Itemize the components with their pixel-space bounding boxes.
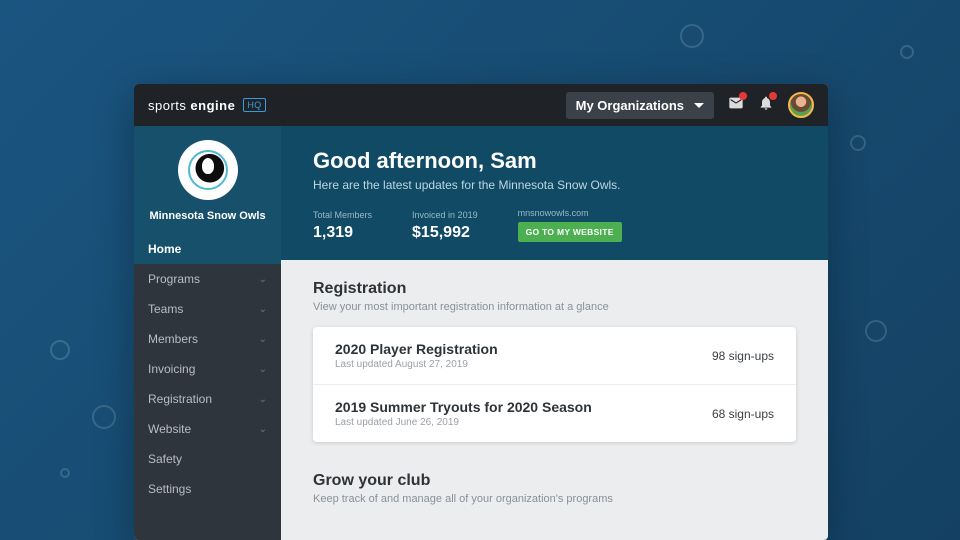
sidebar-item-registration[interactable]: Registration ⌄ [134,384,281,414]
registration-row[interactable]: 2020 Player Registration Last updated Au… [313,327,796,385]
registration-title: 2020 Player Registration [335,341,498,357]
stat-label: Total Members [313,210,372,220]
sidebar: Minnesota Snow Owls Home Programs ⌄ Team… [134,126,281,540]
greeting-subtitle: Here are the latest updates for the Minn… [313,178,796,192]
registration-title: 2019 Summer Tryouts for 2020 Season [335,399,592,415]
chevron-down-icon [694,103,704,108]
owl-puck-icon [188,150,228,190]
chevron-down-icon: ⌄ [259,364,267,375]
sidebar-item-label: Members [148,332,198,346]
org-name: Minnesota Snow Owls [140,210,275,222]
messages-icon[interactable] [728,95,744,116]
brand-logo[interactable]: sports engine HQ [148,98,266,113]
bell-icon[interactable] [758,95,774,116]
stat-members: Total Members 1,319 [313,210,372,242]
sidebar-item-home[interactable]: Home [134,234,281,264]
app-window: sports engine HQ My Organizations [134,84,828,540]
avatar[interactable] [788,92,814,118]
registration-row[interactable]: 2019 Summer Tryouts for 2020 Season Last… [313,385,796,442]
signups-count: 98 sign-ups [712,349,774,363]
stat-value: 1,319 [313,224,372,242]
chevron-down-icon: ⌄ [259,304,267,315]
sidebar-item-label: Invoicing [148,362,195,376]
sidebar-item-settings[interactable]: Settings [134,474,281,504]
registration-updated: Last updated June 26, 2019 [335,417,592,428]
content: Registration View your most important re… [281,260,828,540]
chevron-down-icon: ⌄ [259,394,267,405]
sidebar-nav: Home Programs ⌄ Teams ⌄ Members ⌄ [134,234,281,504]
sidebar-item-website[interactable]: Website ⌄ [134,414,281,444]
sidebar-item-label: Programs [148,272,200,286]
org-block: Minnesota Snow Owls [134,126,281,234]
sidebar-item-label: Home [148,242,181,256]
topbar-right: My Organizations [566,92,814,119]
brand-hq-badge: HQ [243,98,266,112]
go-to-website-button[interactable]: GO TO MY WEBSITE [518,222,622,242]
registration-updated: Last updated August 27, 2019 [335,359,498,370]
stat-website: mnsnowowls.com GO TO MY WEBSITE [518,208,622,242]
main-panel: Good afternoon, Sam Here are the latest … [281,126,828,540]
org-logo[interactable] [178,140,238,200]
registration-card: 2020 Player Registration Last updated Au… [313,327,796,442]
sidebar-item-label: Website [148,422,191,436]
chevron-down-icon: ⌄ [259,424,267,435]
brand-bold: engine [190,98,235,113]
topbar: sports engine HQ My Organizations [134,84,828,126]
hero: Good afternoon, Sam Here are the latest … [281,126,828,260]
notification-dot [769,92,777,100]
section-title-grow: Grow your club [313,472,796,490]
org-selector-label: My Organizations [576,98,684,113]
signups-count: 68 sign-ups [712,407,774,421]
chevron-down-icon: ⌄ [259,334,267,345]
sidebar-item-label: Safety [148,452,182,466]
chevron-down-icon: ⌄ [259,274,267,285]
app-body: Minnesota Snow Owls Home Programs ⌄ Team… [134,126,828,540]
section-subtitle: View your most important registration in… [313,301,796,313]
notification-dot [739,92,747,100]
website-url: mnsnowowls.com [518,208,622,218]
brand-prefix: sports [148,98,186,113]
sidebar-item-invoicing[interactable]: Invoicing ⌄ [134,354,281,384]
stat-invoiced: Invoiced in 2019 $15,992 [412,210,478,242]
section-subtitle: Keep track of and manage all of your org… [313,493,796,505]
sidebar-item-label: Registration [148,392,212,406]
stat-label: Invoiced in 2019 [412,210,478,220]
stats-row: Total Members 1,319 Invoiced in 2019 $15… [313,208,796,242]
sidebar-item-label: Teams [148,302,183,316]
sidebar-item-label: Settings [148,482,191,496]
sidebar-item-members[interactable]: Members ⌄ [134,324,281,354]
page-background: sports engine HQ My Organizations [0,0,960,540]
stat-value: $15,992 [412,224,478,242]
greeting: Good afternoon, Sam [313,148,796,174]
sidebar-item-safety[interactable]: Safety [134,444,281,474]
section-title-registration: Registration [313,280,796,298]
sidebar-item-teams[interactable]: Teams ⌄ [134,294,281,324]
org-selector[interactable]: My Organizations [566,92,714,119]
sidebar-item-programs[interactable]: Programs ⌄ [134,264,281,294]
